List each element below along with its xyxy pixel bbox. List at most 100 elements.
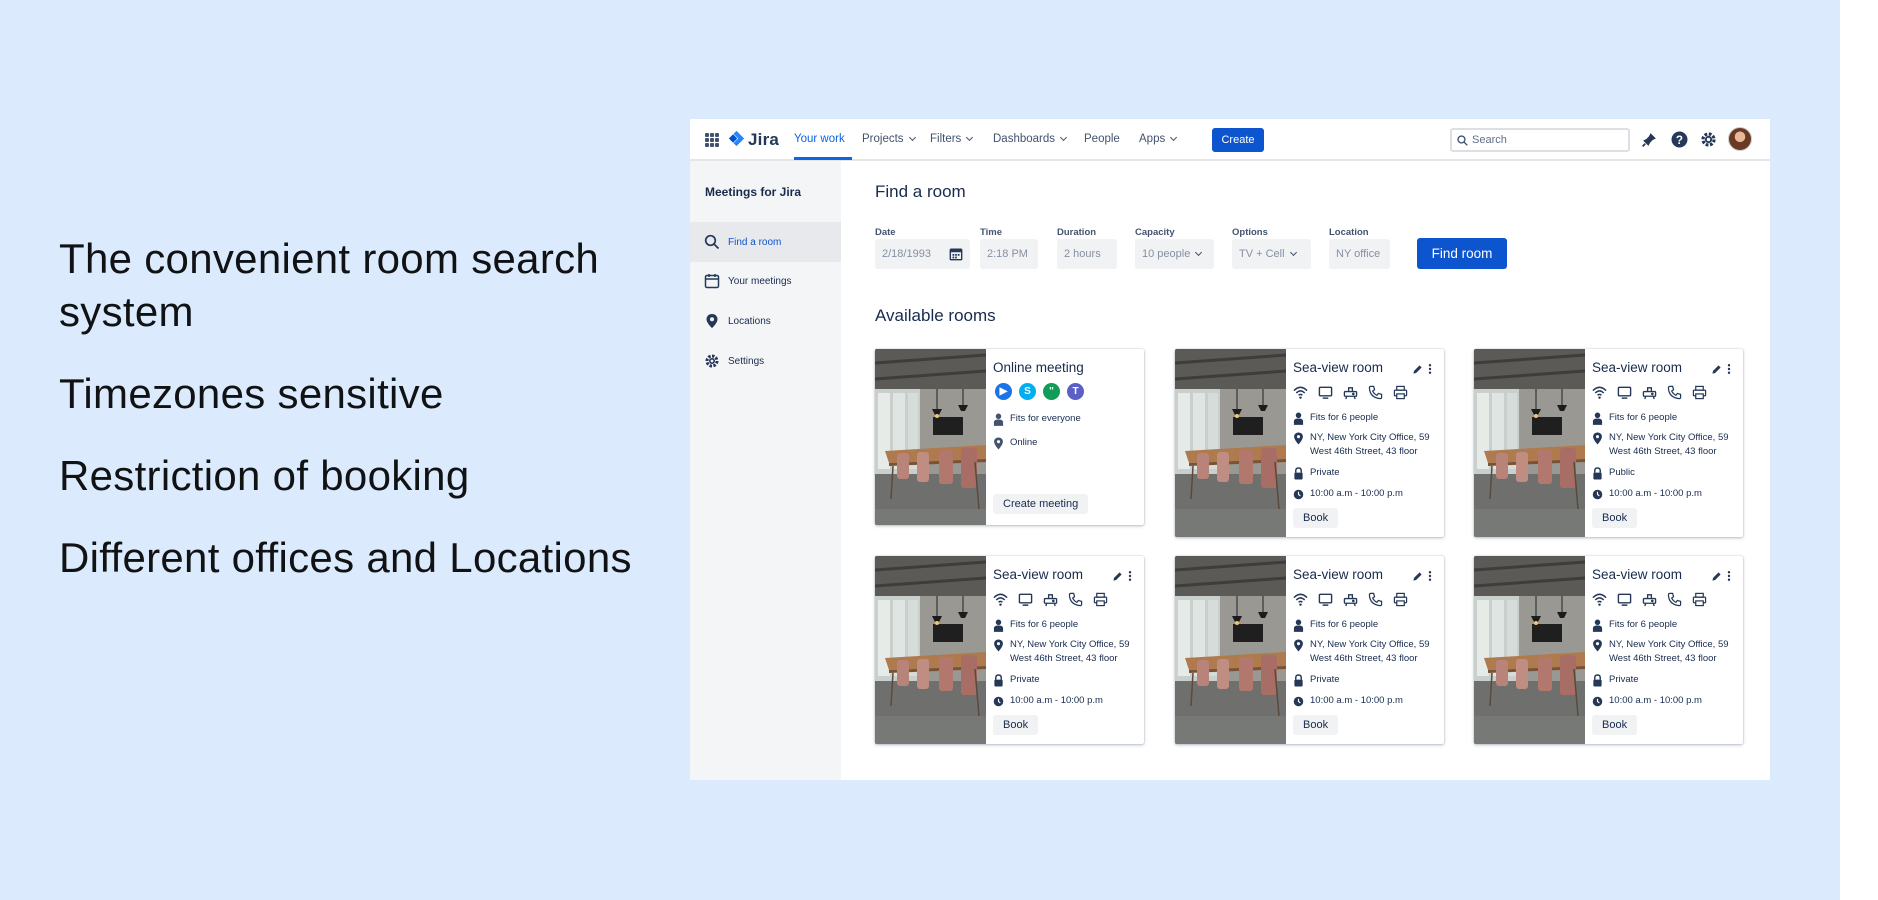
- wifi-icon: [1592, 593, 1607, 606]
- book-button[interactable]: Book: [1293, 715, 1339, 735]
- feature-item: Restriction of booking: [59, 452, 470, 499]
- amenities: [1293, 592, 1408, 607]
- wifi-icon: [1592, 386, 1607, 399]
- book-button[interactable]: Book: [1293, 508, 1339, 528]
- address-info: NY, New York City Office, 59 West 46th S…: [1592, 431, 1737, 459]
- person-icon: [993, 619, 1004, 632]
- edit-pencil-icon[interactable]: [1711, 571, 1722, 582]
- location-info: Online: [993, 436, 1138, 450]
- nav-people[interactable]: People: [1084, 133, 1120, 145]
- sidebar-item-your-meetings[interactable]: Your meetings: [690, 261, 841, 301]
- app-window: Jira Your work Projects Filters Dashboar…: [690, 119, 1770, 780]
- phone-icon: [1368, 385, 1383, 400]
- sidebar-item-locations[interactable]: Locations: [690, 301, 841, 341]
- room-card: Sea-view room Fits for 6 people NY, New …: [1474, 349, 1743, 537]
- hours-info: 10:00 a.m - 10:00 p.m: [1293, 694, 1438, 708]
- online-meeting-card: Online meeting ▶ S " T Fits for everyone…: [875, 349, 1144, 525]
- calendar-icon: [704, 274, 720, 289]
- calendar-icon[interactable]: [949, 247, 963, 261]
- capacity-info: Fits for 6 people: [1592, 618, 1737, 632]
- date-field[interactable]: 2/18/1993: [875, 239, 970, 269]
- room-photo: [1474, 556, 1585, 744]
- duration-field[interactable]: 2 hours: [1057, 239, 1117, 269]
- address-info: NY, New York City Office, 59 West 46th S…: [1293, 638, 1438, 666]
- address-info: NY, New York City Office, 59 West 46th S…: [1293, 431, 1438, 459]
- more-options-icon[interactable]: [1727, 363, 1731, 375]
- sidebar-item-find-a-room[interactable]: Find a room: [690, 222, 841, 262]
- projector-icon: [1642, 387, 1657, 400]
- person-icon: [993, 413, 1004, 426]
- capacity-info: Fits for everyone: [993, 412, 1138, 426]
- more-options-icon[interactable]: [1727, 570, 1731, 582]
- book-button[interactable]: Book: [1592, 508, 1638, 528]
- nav-projects[interactable]: Projects: [862, 133, 916, 145]
- nav-filters[interactable]: Filters: [930, 133, 974, 145]
- feature-item: Different offices and Locations: [59, 534, 632, 581]
- active-tab-indicator: [794, 157, 852, 160]
- more-options-icon[interactable]: [1128, 570, 1132, 582]
- gear-icon[interactable]: [1700, 131, 1717, 148]
- location-pin-icon: [1593, 639, 1602, 652]
- room-photo: [875, 349, 986, 525]
- room-name: Sea-view room: [1293, 567, 1384, 582]
- skype-icon[interactable]: S: [1019, 383, 1036, 400]
- room-card: Sea-view room Fits for 6 people NY, New …: [1474, 556, 1743, 744]
- location-pin-icon: [1294, 639, 1303, 652]
- gear-icon: [705, 354, 719, 368]
- top-navigation: Jira Your work Projects Filters Dashboar…: [690, 119, 1770, 161]
- find-room-button[interactable]: Find room: [1417, 238, 1507, 269]
- edit-pencil-icon[interactable]: [1112, 571, 1123, 582]
- amenities: [1592, 385, 1707, 400]
- options-select[interactable]: TV + Cell: [1232, 239, 1311, 269]
- search-input[interactable]: [1472, 134, 1612, 146]
- capacity-info: Fits for 6 people: [1592, 411, 1737, 425]
- location-field[interactable]: NY office: [1329, 239, 1390, 269]
- capacity-select[interactable]: 10 people: [1135, 239, 1214, 269]
- wifi-icon: [1293, 386, 1308, 399]
- sidebar: Meetings for Jira Find a room Your meeti…: [690, 161, 841, 780]
- video-call-icon[interactable]: ▶: [995, 383, 1012, 400]
- printer-icon: [1692, 592, 1707, 607]
- printer-icon: [1393, 385, 1408, 400]
- edit-pencil-icon[interactable]: [1412, 571, 1423, 582]
- printer-icon: [1093, 592, 1108, 607]
- address-info: NY, New York City Office, 59 West 46th S…: [993, 638, 1138, 666]
- hours-info: 10:00 a.m - 10:00 p.m: [1592, 487, 1737, 501]
- hours-info: 10:00 a.m - 10:00 p.m: [1293, 487, 1438, 501]
- help-icon[interactable]: ?: [1671, 131, 1688, 148]
- app-switcher-icon[interactable]: [705, 133, 719, 147]
- more-options-icon[interactable]: [1428, 570, 1432, 582]
- create-meeting-button[interactable]: Create meeting: [993, 494, 1089, 514]
- page-background: The convenient room search system Timezo…: [0, 0, 1840, 900]
- notification-icon[interactable]: [1641, 131, 1658, 148]
- nav-dashboards[interactable]: Dashboards: [993, 133, 1068, 145]
- book-button[interactable]: Book: [1592, 715, 1638, 735]
- nav-your-work[interactable]: Your work: [794, 133, 845, 145]
- edit-pencil-icon[interactable]: [1711, 364, 1722, 375]
- feature-list: The convenient room search system Timezo…: [59, 232, 659, 613]
- edit-pencil-icon[interactable]: [1412, 364, 1423, 375]
- phone-icon: [1368, 592, 1383, 607]
- book-button[interactable]: Book: [993, 715, 1039, 735]
- room-photo: [1175, 349, 1286, 537]
- location-pin-icon: [1294, 432, 1303, 445]
- person-icon: [1592, 619, 1603, 632]
- jira-logo-icon[interactable]: [728, 130, 745, 147]
- hours-info: 10:00 a.m - 10:00 p.m: [993, 694, 1138, 708]
- chevron-down-icon: [1289, 248, 1297, 257]
- teams-icon[interactable]: T: [1067, 383, 1084, 400]
- brand-name[interactable]: Jira: [748, 130, 779, 150]
- capacity-info: Fits for 6 people: [1293, 411, 1438, 425]
- clock-icon: [1293, 696, 1304, 707]
- sidebar-item-settings[interactable]: Settings: [690, 341, 841, 381]
- more-options-icon[interactable]: [1428, 363, 1432, 375]
- nav-apps[interactable]: Apps: [1139, 133, 1178, 145]
- capacity-info: Fits for 6 people: [993, 618, 1138, 632]
- time-field[interactable]: 2:18 PM: [980, 239, 1038, 269]
- chevron-down-icon: [1195, 248, 1203, 257]
- create-button[interactable]: Create: [1212, 128, 1264, 152]
- search-box[interactable]: [1450, 128, 1630, 152]
- avatar[interactable]: [1728, 127, 1752, 151]
- hangouts-icon[interactable]: ": [1043, 383, 1060, 400]
- location-label: Location: [1329, 227, 1369, 238]
